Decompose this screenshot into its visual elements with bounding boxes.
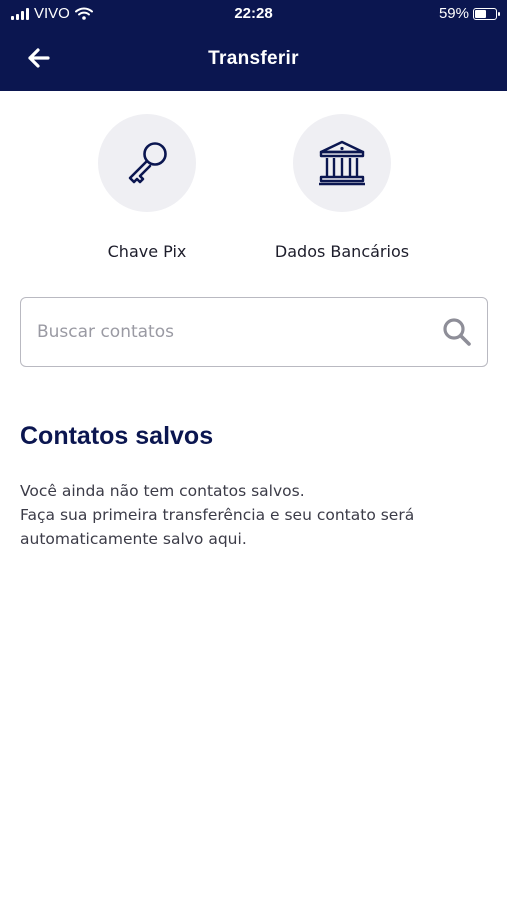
search-box bbox=[20, 297, 488, 367]
page-title: Transferir bbox=[208, 48, 299, 69]
bank-details-label: Dados Bancários bbox=[274, 242, 410, 261]
pix-key-label: Chave Pix bbox=[107, 242, 187, 261]
saved-contacts-title: Contatos salvos bbox=[20, 422, 214, 450]
status-bar: VIVO 22:28 59% bbox=[0, 0, 507, 28]
status-right: 59% bbox=[438, 5, 500, 22]
key-icon bbox=[128, 142, 167, 184]
bank-icon bbox=[319, 140, 365, 186]
header: VIVO 22:28 59% Transferir bbox=[0, 0, 507, 91]
empty-state-line: Faça sua primeira transferência e seu co… bbox=[20, 506, 415, 548]
bank-details-option[interactable]: Dados Bancários bbox=[262, 114, 422, 261]
search-icon[interactable] bbox=[441, 316, 473, 348]
bank-details-icon-circle bbox=[293, 114, 391, 212]
search-input[interactable] bbox=[37, 298, 437, 365]
pix-key-option[interactable]: Chave Pix bbox=[67, 114, 227, 261]
battery-fill bbox=[475, 9, 486, 18]
empty-state-line: Você ainda não tem contatos salvos. bbox=[20, 482, 305, 500]
status-time: 22:28 bbox=[234, 5, 273, 22]
empty-state-message: Você ainda não tem contatos salvos. Faça… bbox=[20, 479, 490, 551]
battery-icon bbox=[473, 7, 500, 20]
battery-percent: 59% bbox=[438, 5, 469, 22]
pix-key-icon-circle bbox=[98, 114, 196, 212]
